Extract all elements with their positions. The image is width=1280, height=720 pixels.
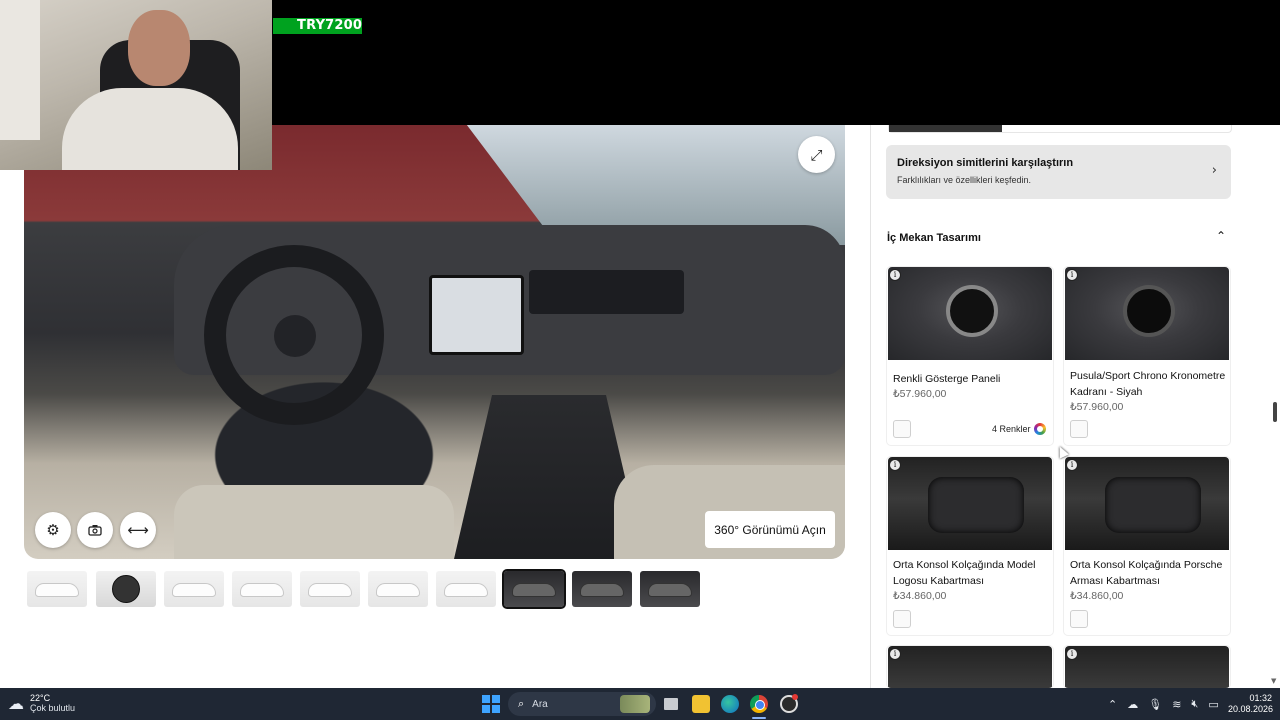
webcam-overlay — [0, 0, 272, 170]
car-interior-viewer[interactable]: ⤢ ⚙ ⟷ 360° Görünümü Açın — [24, 125, 845, 559]
thumbnail-selected[interactable] — [502, 569, 566, 609]
option-checkbox[interactable] — [1070, 610, 1088, 628]
wifi-icon[interactable]: ≋ — [1172, 698, 1181, 711]
chevron-right-icon: › — [1211, 163, 1217, 178]
option-checkbox[interactable] — [893, 420, 911, 438]
recording-indicator — [792, 694, 798, 700]
previous-option-card-edge — [888, 125, 1232, 133]
info-icon[interactable]: i — [1066, 269, 1078, 281]
open-360-view-button[interactable]: 360° Görünümü Açın — [705, 511, 835, 548]
thumbnail[interactable] — [164, 571, 224, 607]
cloud-icon: ☁ — [8, 694, 24, 713]
taskbar: ☁ 22°C Çok bulutlu ⌕ Ara ⌃ ☁ 🎙︎ ≋ 🔇︎ ▭ 0… — [0, 688, 1280, 720]
thumbnail[interactable] — [232, 571, 292, 607]
thumbnail[interactable] — [640, 571, 700, 607]
option-image — [888, 646, 1052, 688]
donation-badge: TRY7200 — [273, 18, 362, 34]
edge-browser-icon[interactable] — [721, 695, 739, 713]
option-card[interactable]: i Renkli Gösterge Paneli ₺57.960,00 4 Re… — [887, 267, 1053, 445]
chrome-browser-icon[interactable] — [750, 695, 768, 713]
option-name: Orta Konsol Kolçağında Model Logosu Kaba… — [893, 559, 1036, 587]
options-panel: Direksiyon simitlerini karşılaştırın Far… — [870, 125, 1260, 688]
start-button[interactable] — [482, 695, 500, 713]
onedrive-icon[interactable]: ☁ — [1127, 698, 1138, 711]
taskbar-search[interactable]: ⌕ Ara — [508, 692, 656, 716]
search-label: Ara — [532, 698, 548, 710]
option-price: ₺34.860,00 — [893, 590, 947, 602]
option-price: ₺57.960,00 — [1070, 401, 1124, 413]
collapse-section-button[interactable]: ⌃ — [1216, 229, 1226, 243]
option-card[interactable]: i Pusula/Sport Chrono Kronometre Kadranı… — [1064, 267, 1230, 445]
task-view-icon[interactable] — [664, 698, 678, 710]
compare-subtitle: Farklılıkları ve özellikleri keşfedin. — [897, 175, 1032, 185]
info-icon[interactable]: i — [889, 459, 901, 471]
system-tray: ⌃ ☁ 🎙︎ ≋ 🔇︎ ▭ — [1108, 688, 1219, 720]
option-checkbox[interactable] — [893, 610, 911, 628]
section-title: İç Mekan Tasarımı — [887, 232, 981, 244]
option-name: Orta Konsol Kolçağında Porsche Arması Ka… — [1070, 559, 1223, 587]
option-image — [1065, 646, 1229, 688]
option-price: ₺57.960,00 — [893, 388, 947, 400]
thumbnail[interactable] — [300, 571, 360, 607]
view-settings-button[interactable]: ⚙ — [35, 512, 71, 548]
volume-muted-icon[interactable]: 🔇︎ — [1191, 697, 1198, 711]
thumbnail[interactable] — [436, 571, 496, 607]
pan-view-button[interactable]: ⟷ — [120, 512, 156, 548]
weather-widget[interactable]: ☁ 22°C Çok bulutlu — [8, 693, 75, 714]
option-card[interactable]: i — [887, 646, 1053, 688]
clock-date: 20.08.2026 — [1228, 704, 1274, 714]
option-image — [888, 457, 1052, 550]
active-app-indicator — [752, 717, 766, 719]
search-icon: ⌕ — [518, 697, 525, 710]
option-name: Renkli Gösterge Paneli — [893, 373, 1001, 385]
compare-steering-wheels-card[interactable]: Direksiyon simitlerini karşılaştırın Far… — [886, 145, 1231, 199]
weather-temperature: 22°C — [30, 693, 51, 703]
clock-time: 01:32 — [1249, 693, 1272, 703]
clock[interactable]: 01:32 20.08.2026 — [1228, 693, 1274, 715]
camera-icon — [88, 525, 102, 536]
compare-title: Direksiyon simitlerini karşılaştırın — [897, 157, 1074, 169]
thumbnail[interactable] — [572, 571, 632, 607]
info-icon[interactable]: i — [889, 269, 901, 281]
info-icon[interactable]: i — [889, 648, 901, 660]
thumbnail[interactable] — [368, 571, 428, 607]
scrollbar-thumb[interactable] — [1273, 402, 1277, 422]
option-image — [1065, 457, 1229, 550]
option-image — [888, 267, 1052, 360]
expand-icon: ⤢ — [810, 145, 823, 164]
arrows-horizontal-icon: ⟷ — [127, 521, 149, 539]
option-price: ₺34.860,00 — [1070, 590, 1124, 602]
thumbnail[interactable] — [27, 571, 87, 607]
info-icon[interactable]: i — [1066, 648, 1078, 660]
info-icon[interactable]: i — [1066, 459, 1078, 471]
option-card[interactable]: i — [1064, 646, 1230, 688]
option-checkbox[interactable] — [1070, 420, 1088, 438]
chevron-up-icon[interactable]: ⌃ — [1108, 698, 1117, 711]
file-explorer-icon[interactable] — [692, 695, 710, 713]
option-image — [1065, 267, 1229, 360]
color-count-label[interactable]: 4 Renkler — [992, 424, 1031, 434]
microphone-icon[interactable]: 🎙︎ — [1148, 698, 1162, 711]
option-card[interactable]: i Orta Konsol Kolçağında Porsche Arması … — [1064, 457, 1230, 635]
fullscreen-button[interactable]: ⤢ — [798, 136, 835, 173]
screenshot-button[interactable] — [77, 512, 113, 548]
gear-icon: ⚙ — [46, 521, 60, 539]
weather-description: Çok bulutlu — [30, 703, 76, 713]
option-card[interactable]: i Orta Konsol Kolçağında Model Logosu Ka… — [887, 457, 1053, 635]
option-name: Pusula/Sport Chrono Kronometre Kadranı -… — [1070, 370, 1226, 398]
battery-icon[interactable]: ▭ — [1208, 698, 1218, 711]
thumbnail[interactable] — [96, 571, 156, 607]
search-highlight-image — [620, 695, 650, 713]
color-wheel-icon[interactable] — [1034, 423, 1046, 435]
scroll-down-arrow-icon[interactable]: ▼ — [1271, 677, 1276, 685]
